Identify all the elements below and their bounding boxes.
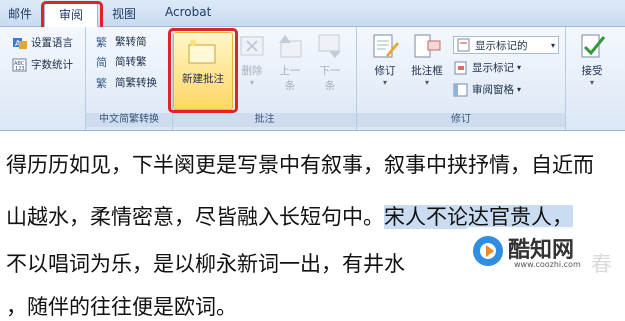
balloons-dropdown-icon: ▾ <box>424 78 429 87</box>
group-label-tracking: 修订 <box>357 113 565 127</box>
svg-text:简: 简 <box>96 55 107 69</box>
tab-view[interactable]: 视图 <box>112 5 136 22</box>
group-label-chinese-conversion: 中文简繁转换 <box>86 113 172 127</box>
trad-to-simp-button[interactable]: 繁 繁转简 <box>96 34 147 49</box>
watermark-url: www.coozhi.com <box>514 260 581 269</box>
set-language-button[interactable]: A 设置语言 <box>12 35 73 50</box>
accept-button[interactable]: 接受 ▾ <box>570 33 614 87</box>
show-markup-button[interactable]: 显示标记 ▾ <box>453 60 521 75</box>
group-tracking: 修订 ▾ 批注框 ▾ 显示标记的 ▾ 显示标记 ▾ 审阅窗格 ▾ 修订 <box>357 27 566 130</box>
group-changes: 接受 ▾ <box>566 27 625 130</box>
document-line-3: 不以唱词为乐，是以柳永新词一出，有井水 <box>6 252 405 276</box>
track-changes-icon <box>370 33 400 59</box>
display-for-review-dropdown[interactable]: 显示标记的 ▾ <box>453 36 559 54</box>
watermark: 酷知网 www.coozhi.com <box>466 227 614 277</box>
trad-to-simp-icon: 繁 <box>96 35 112 49</box>
language-icon: A <box>12 36 28 50</box>
selected-text[interactable]: 宋人不论达官贵人， <box>384 205 573 229</box>
show-markup-chevron-icon: ▾ <box>517 63 522 72</box>
show-markup-icon <box>453 61 469 75</box>
display-for-review-icon <box>456 38 472 52</box>
simp-to-trad-icon: 简 <box>96 55 112 69</box>
group-chinese-conversion: 繁 繁转简 简 简转繁 繁 简繁转换 中文简繁转换 <box>86 27 173 130</box>
conversion-button[interactable]: 繁 简繁转换 <box>96 75 157 90</box>
word-count-button[interactable]: ABC 123 字数统计 <box>12 57 73 72</box>
group-label-comments: 批注 <box>173 113 356 127</box>
next-comment-button[interactable]: 下一 条 <box>312 33 348 93</box>
document-area[interactable]: 得历历如见，下半阕更是写景中有叙事，叙事中挟抒情，自近而 山越水，柔情密意，尽皆… <box>0 131 625 319</box>
accept-icon <box>577 33 607 59</box>
group-proofing: A 设置语言 ABC 123 字数统计 <box>0 27 86 130</box>
svg-text:繁: 繁 <box>96 76 107 90</box>
previous-comment-icon <box>275 33 305 59</box>
watermark-logo-icon <box>472 235 504 271</box>
delete-comment-icon <box>237 33 267 59</box>
svg-text:繁: 繁 <box>96 35 107 49</box>
delete-dropdown-icon: ▾ <box>249 78 254 87</box>
next-comment-icon <box>315 33 345 59</box>
conversion-icon: 繁 <box>96 76 112 90</box>
reviewing-pane-icon <box>453 83 469 97</box>
simp-to-trad-button[interactable]: 简 简转繁 <box>96 54 147 69</box>
previous-comment-button[interactable]: 上一 条 <box>272 33 308 93</box>
reviewing-pane-chevron-icon: ▾ <box>517 85 522 94</box>
delete-comment-button[interactable]: 删除 ▾ <box>234 33 270 87</box>
track-changes-button[interactable]: 修订 ▾ <box>363 33 407 87</box>
balloons-button[interactable]: 批注框 ▾ <box>405 33 449 87</box>
svg-text:123: 123 <box>15 66 25 72</box>
balloons-icon <box>412 33 442 59</box>
document-line-4: ，随伴的往往便是欧词。 <box>6 295 237 319</box>
document-line-1: 得历历如见，下半阕更是写景中有叙事，叙事中挟抒情，自近而 <box>6 153 594 177</box>
tab-mailings[interactable]: 邮件 <box>8 5 32 22</box>
display-dropdown-chevron-icon: ▾ <box>550 40 555 50</box>
highlight-box-new-comment <box>168 28 238 113</box>
tab-acrobat[interactable]: Acrobat <box>165 5 211 19</box>
track-changes-dropdown-icon: ▾ <box>382 78 387 87</box>
accept-dropdown-icon: ▾ <box>589 78 594 87</box>
word-count-icon: ABC 123 <box>12 58 28 72</box>
reviewing-pane-button[interactable]: 审阅窗格 ▾ <box>453 82 521 97</box>
